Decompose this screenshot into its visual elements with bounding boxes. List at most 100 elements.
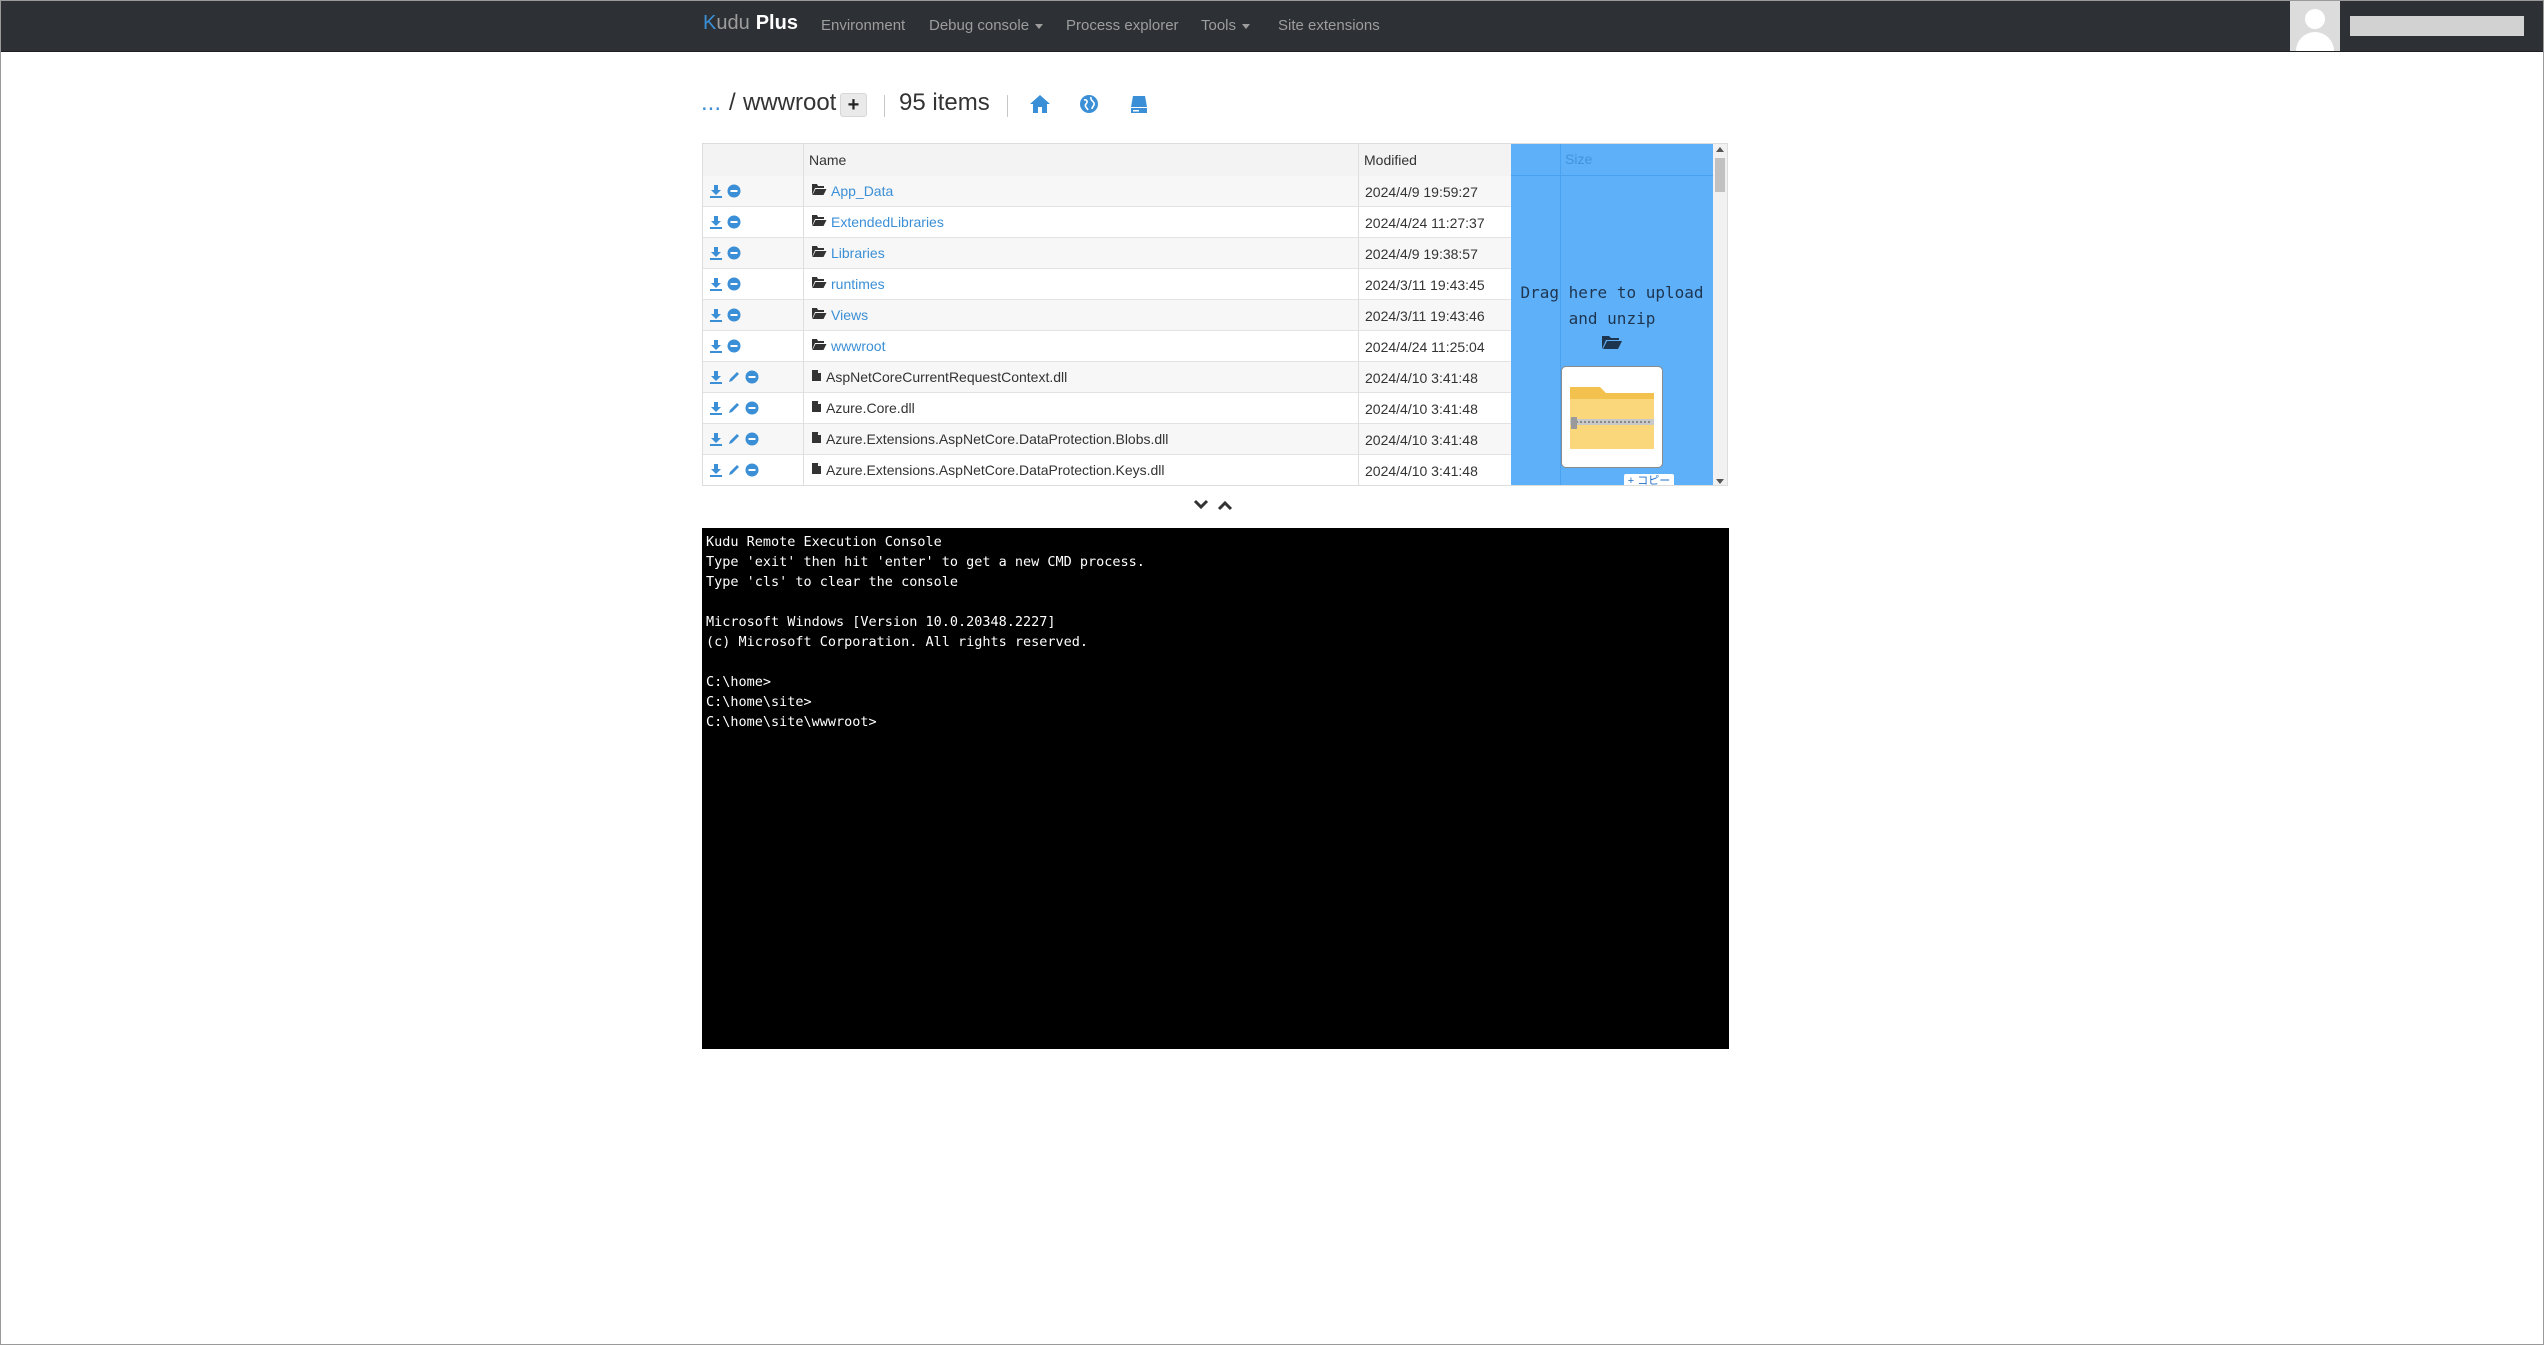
download-icon[interactable]: [709, 246, 723, 263]
file-list-scrollbar[interactable]: [1713, 144, 1727, 485]
nav-site-extensions[interactable]: Site extensions: [1278, 17, 1380, 34]
modified-cell: 2024/4/9 19:38:57: [1365, 246, 1478, 262]
folder-link[interactable]: ExtendedLibraries: [831, 214, 944, 230]
table-row: ExtendedLibraries 2024/4/24 11:27:37: [703, 207, 1511, 238]
folder-open-icon: [1511, 332, 1713, 354]
modified-cell: 2024/4/10 3:41:48: [1365, 370, 1478, 386]
drop-zone-line2: and unzip: [1568, 309, 1656, 328]
drop-zone-line1: Drag here to upload: [1520, 283, 1704, 302]
download-icon[interactable]: [709, 370, 723, 387]
table-row: AspNetCoreCurrentRequestContext.dll 2024/…: [703, 362, 1511, 393]
nav-debug-console[interactable]: Debug console: [929, 17, 1044, 34]
table-row: runtimes 2024/3/11 19:43:45: [703, 269, 1511, 300]
table-row: Views 2024/3/11 19:43:46: [703, 300, 1511, 331]
table-row: wwwroot 2024/4/24 11:25:04: [703, 331, 1511, 362]
folder-link[interactable]: runtimes: [831, 276, 885, 292]
globe-icon[interactable]: [1079, 93, 1099, 121]
edit-pencil-icon[interactable]: [727, 432, 741, 449]
download-icon[interactable]: [709, 184, 723, 201]
modified-cell: 2024/4/10 3:41:48: [1365, 463, 1478, 479]
folder-link[interactable]: Libraries: [831, 245, 885, 261]
add-new-button[interactable]: +: [840, 93, 867, 117]
row-actions: [709, 463, 763, 480]
user-avatar[interactable]: [2290, 1, 2340, 51]
chevron-down-icon[interactable]: [1193, 498, 1209, 516]
modified-cell: 2024/4/10 3:41:48: [1365, 401, 1478, 417]
file-name-cell: App_Data: [811, 183, 893, 199]
breadcrumb-parent-link[interactable]: ...: [701, 89, 721, 117]
delete-icon[interactable]: [727, 246, 741, 263]
nav-environment-label: Environment: [821, 17, 906, 34]
folder-icon: [811, 307, 827, 323]
nav-process-explorer[interactable]: Process explorer: [1066, 17, 1179, 34]
console-line: C:\home\site\wwwroot>: [706, 714, 877, 730]
chevron-up-icon[interactable]: [1217, 498, 1233, 516]
modified-cell: 2024/4/24 11:27:37: [1365, 215, 1485, 231]
scrollbar-thumb[interactable]: [1715, 158, 1725, 192]
home-icon[interactable]: [1029, 93, 1051, 121]
pane-resize-controls: [1193, 498, 1233, 516]
file-name-cell: wwwroot: [811, 338, 885, 354]
folder-link[interactable]: App_Data: [831, 183, 893, 199]
download-icon[interactable]: [709, 432, 723, 449]
row-actions: [709, 432, 763, 449]
column-header-modified[interactable]: Modified: [1364, 152, 1417, 168]
file-name-cell: Libraries: [811, 245, 885, 261]
download-icon[interactable]: [709, 463, 723, 480]
modified-cell: 2024/3/11 19:43:45: [1365, 277, 1485, 293]
avatar-head: [2305, 9, 2325, 29]
edit-pencil-icon[interactable]: [727, 463, 741, 480]
divider: [1007, 95, 1008, 117]
nav-environment[interactable]: Environment: [821, 17, 905, 34]
avatar-shoulders: [2296, 32, 2334, 51]
delete-icon[interactable]: [727, 308, 741, 325]
file-name-cell: AspNetCoreCurrentRequestContext.dll: [811, 369, 1067, 385]
nav-site-extensions-label: Site extensions: [1278, 17, 1380, 34]
column-header-name[interactable]: Name: [809, 152, 846, 168]
drive-icon[interactable]: [1129, 93, 1149, 121]
column-header-size[interactable]: Size: [1565, 151, 1592, 167]
download-icon[interactable]: [709, 339, 723, 356]
row-actions: [709, 246, 745, 263]
download-icon[interactable]: [709, 277, 723, 294]
copy-badge: + コピー: [1624, 474, 1674, 485]
nav-debug-console-label: Debug console: [929, 17, 1030, 34]
file-browser: Name Modified App_Data 2024/4/9 19:59:27 E…: [702, 143, 1728, 486]
nav-tools-label: Tools: [1201, 17, 1237, 34]
scroll-up-arrow-icon[interactable]: [1716, 147, 1724, 152]
delete-icon[interactable]: [727, 277, 741, 294]
delete-icon[interactable]: [727, 215, 741, 232]
delete-icon[interactable]: [727, 339, 741, 356]
nav-tools[interactable]: Tools: [1201, 17, 1251, 34]
edit-pencil-icon[interactable]: [727, 401, 741, 418]
user-name-redacted[interactable]: [2350, 16, 2524, 36]
caret-down-icon: [1035, 23, 1044, 29]
scroll-down-arrow-icon[interactable]: [1716, 479, 1724, 484]
delete-icon[interactable]: [745, 370, 759, 387]
remote-execution-console[interactable]: Kudu Remote Execution Console Type 'exit'…: [702, 528, 1729, 1049]
table-row: Libraries 2024/4/9 19:38:57: [703, 238, 1511, 269]
table-row: Azure.Extensions.AspNetCore.DataProtecti…: [703, 424, 1511, 455]
modified-cell: 2024/3/11 19:43:46: [1365, 308, 1485, 324]
folder-link[interactable]: wwwroot: [831, 338, 885, 354]
breadcrumb-separator: /: [729, 89, 736, 116]
edit-pencil-icon[interactable]: [727, 370, 741, 387]
download-icon[interactable]: [709, 401, 723, 418]
nav-process-explorer-label: Process explorer: [1066, 17, 1179, 34]
folder-link[interactable]: Views: [831, 307, 868, 323]
delete-icon[interactable]: [745, 432, 759, 449]
download-icon[interactable]: [709, 308, 723, 325]
download-icon[interactable]: [709, 215, 723, 232]
upload-drop-zone[interactable]: Size Drag here to upload and unzip + コピー: [1511, 144, 1713, 485]
brand-plus: Plus: [755, 12, 798, 34]
modified-cell: 2024/4/9 19:59:27: [1365, 184, 1478, 200]
delete-icon[interactable]: [745, 463, 759, 480]
delete-icon[interactable]: [745, 401, 759, 418]
brand-logo[interactable]: Kudu Plus: [703, 12, 798, 35]
file-name-cell: ExtendedLibraries: [811, 214, 944, 230]
caret-down-icon: [1242, 23, 1251, 29]
delete-icon[interactable]: [727, 184, 741, 201]
file-name: AspNetCoreCurrentRequestContext.dll: [826, 369, 1068, 385]
folder-icon: [811, 214, 827, 230]
